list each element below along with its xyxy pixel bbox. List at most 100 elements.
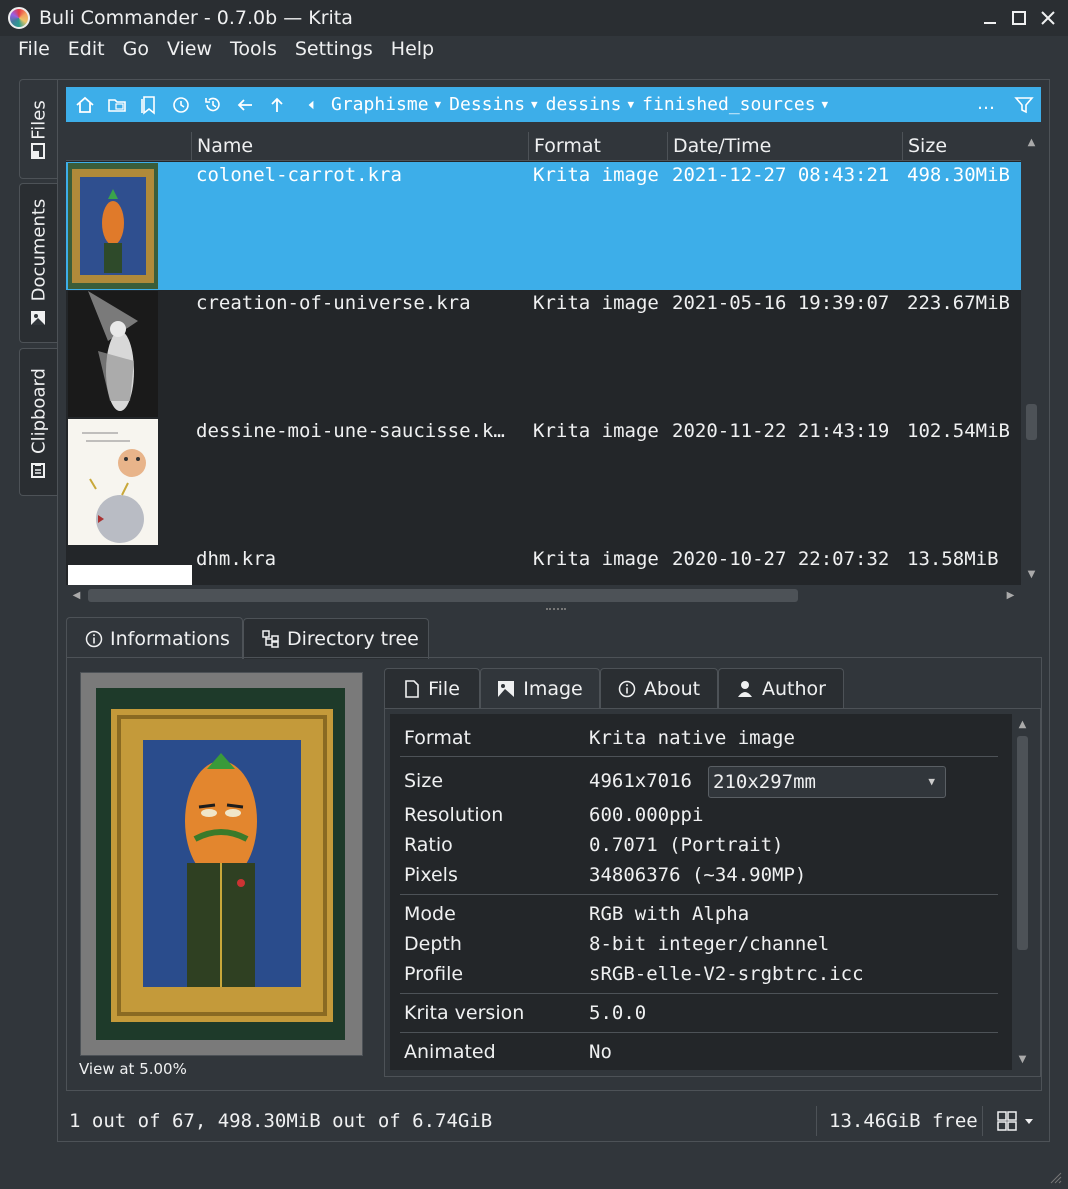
table-row[interactable]: dessine-moi-une-saucisse.k… Krita image …: [66, 418, 1021, 546]
column-datetime[interactable]: Date/Time: [667, 132, 903, 161]
up-button[interactable]: [261, 87, 293, 122]
minimize-button[interactable]: [977, 5, 1003, 31]
menu-file[interactable]: File: [0, 36, 59, 64]
divider: [400, 993, 998, 994]
prop-value-profile: sRGB-elle-V2-srgbtrc.icc: [589, 963, 864, 985]
vertical-scrollbar[interactable]: ▲ ▼: [1021, 132, 1042, 585]
author-icon: [738, 681, 753, 697]
preview-zoom-caption: View at 5.00%: [79, 1060, 187, 1078]
scroll-left-icon[interactable]: ◀: [66, 585, 87, 606]
bookmarks-button[interactable]: [133, 87, 165, 122]
prop-label-pixels: Pixels: [404, 864, 458, 886]
horizontal-scrollbar[interactable]: ◀ ▶: [66, 585, 1021, 606]
tab-about[interactable]: About: [600, 668, 718, 709]
scroll-down-icon[interactable]: ▼: [1012, 1049, 1033, 1070]
close-button[interactable]: [1035, 5, 1061, 31]
prop-label-mode: Mode: [404, 903, 456, 925]
breadcrumb-left-button[interactable]: [299, 87, 323, 122]
tab-file[interactable]: File: [384, 668, 480, 709]
divider: [400, 756, 998, 757]
column-name[interactable]: Name: [191, 132, 529, 161]
side-tab-clipboard-label: Clipboard: [28, 368, 49, 454]
image-preview[interactable]: [80, 672, 363, 1056]
history-button[interactable]: [197, 87, 229, 122]
side-tab-files[interactable]: Files: [19, 79, 57, 179]
prop-value-resolution: 600.000ppi: [589, 804, 704, 826]
image-properties-list: Format Krita native image Size 4961x7016…: [390, 714, 1012, 1070]
divider: [816, 1106, 817, 1136]
up-arrow-icon: [271, 97, 283, 112]
about-icon: [618, 680, 636, 698]
resize-grip-icon[interactable]: [1048, 1170, 1062, 1184]
breadcrumb-item[interactable]: dessins ▼: [546, 94, 634, 115]
back-button[interactable]: [229, 87, 261, 122]
title-bar: Buli Commander - 0.7.0b — Krita: [0, 0, 1068, 36]
filter-icon: [1014, 96, 1034, 113]
table-row[interactable]: creation-of-universe.kra Krita image 202…: [66, 290, 1021, 418]
menu-help[interactable]: Help: [382, 36, 443, 64]
files-icon: [31, 143, 45, 159]
scroll-down-icon[interactable]: ▼: [1021, 564, 1042, 585]
breadcrumb-item[interactable]: Dessins ▼: [449, 94, 537, 115]
divider: [400, 894, 998, 895]
info-icon: [85, 630, 103, 647]
scroll-right-icon[interactable]: ▶: [1000, 585, 1021, 606]
side-tab-clipboard[interactable]: Clipboard: [19, 348, 57, 496]
column-size[interactable]: Size: [902, 132, 1021, 161]
tab-informations[interactable]: Informations: [66, 617, 243, 659]
documents-icon: [31, 311, 45, 325]
chevron-down-icon: ▼: [531, 98, 538, 111]
filter-button[interactable]: [1008, 87, 1040, 122]
pictures-folder-button[interactable]: [101, 87, 133, 122]
clipboard-icon: [31, 463, 45, 478]
selection-status: 1 out of 67, 498.30MiB out of 6.74GiB: [69, 1110, 493, 1132]
bookmark-icon: [141, 95, 155, 115]
menu-bar: File Edit Go View Tools Settings Help: [0, 36, 1068, 64]
prop-label-size: Size: [404, 770, 444, 792]
thumbnail: [68, 291, 158, 417]
tab-image[interactable]: Image: [480, 668, 600, 709]
menu-tools[interactable]: Tools: [221, 36, 286, 64]
menu-edit[interactable]: Edit: [59, 36, 114, 64]
menu-settings[interactable]: Settings: [286, 36, 382, 64]
menu-view[interactable]: View: [158, 36, 221, 64]
saved-views-button[interactable]: [165, 87, 197, 122]
file-table: Name Format Date/Time Size colonel-carro…: [66, 132, 1042, 585]
view-mode-button[interactable]: [996, 1110, 1038, 1134]
scrollbar-thumb[interactable]: [1026, 404, 1037, 440]
breadcrumb-item[interactable]: finished_sources ▼: [642, 94, 828, 115]
divider: [400, 1032, 998, 1033]
view-mode-icon: [997, 1111, 1033, 1131]
tab-author[interactable]: Author: [718, 668, 844, 709]
menu-go[interactable]: Go: [114, 36, 158, 64]
side-tab-documents[interactable]: Documents: [19, 183, 57, 343]
table-row[interactable]: dhm.kra Krita image 2020-10-27 22:07:32 …: [66, 546, 1021, 585]
thumbnail: [68, 565, 192, 585]
splitter-handle[interactable]: [546, 608, 566, 614]
tab-directory-tree[interactable]: Directory tree: [243, 618, 429, 659]
prop-label-format: Format: [404, 727, 471, 749]
thumbnail: [68, 419, 158, 545]
krita-logo-icon: [8, 7, 30, 29]
properties-scrollbar[interactable]: ▲ ▼: [1012, 714, 1034, 1070]
history-icon: [205, 97, 220, 111]
table-row[interactable]: colonel-carrot.kra Krita image 2021-12-2…: [66, 162, 1021, 290]
prop-value-format: Krita native image: [589, 727, 795, 749]
prop-label-krita-version: Krita version: [404, 1002, 525, 1024]
column-format[interactable]: Format: [528, 132, 668, 161]
divider: [982, 1106, 983, 1136]
breadcrumb-item[interactable]: Graphisme ▼: [331, 94, 441, 115]
home-button[interactable]: [69, 87, 101, 122]
scroll-up-icon[interactable]: ▲: [1021, 132, 1042, 153]
scrollbar-thumb[interactable]: [88, 589, 798, 602]
saved-view-icon: [173, 96, 189, 113]
image-icon: [498, 681, 515, 697]
window-title: Buli Commander - 0.7.0b — Krita: [39, 7, 353, 29]
scroll-up-icon[interactable]: ▲: [1012, 714, 1033, 735]
scrollbar-thumb[interactable]: [1017, 736, 1028, 950]
prop-label-resolution: Resolution: [404, 804, 504, 826]
maximize-button[interactable]: [1006, 5, 1032, 31]
close-icon: [1041, 11, 1055, 25]
size-unit-select[interactable]: 210x297mm ▼: [708, 766, 946, 798]
more-button[interactable]: …: [977, 93, 995, 114]
